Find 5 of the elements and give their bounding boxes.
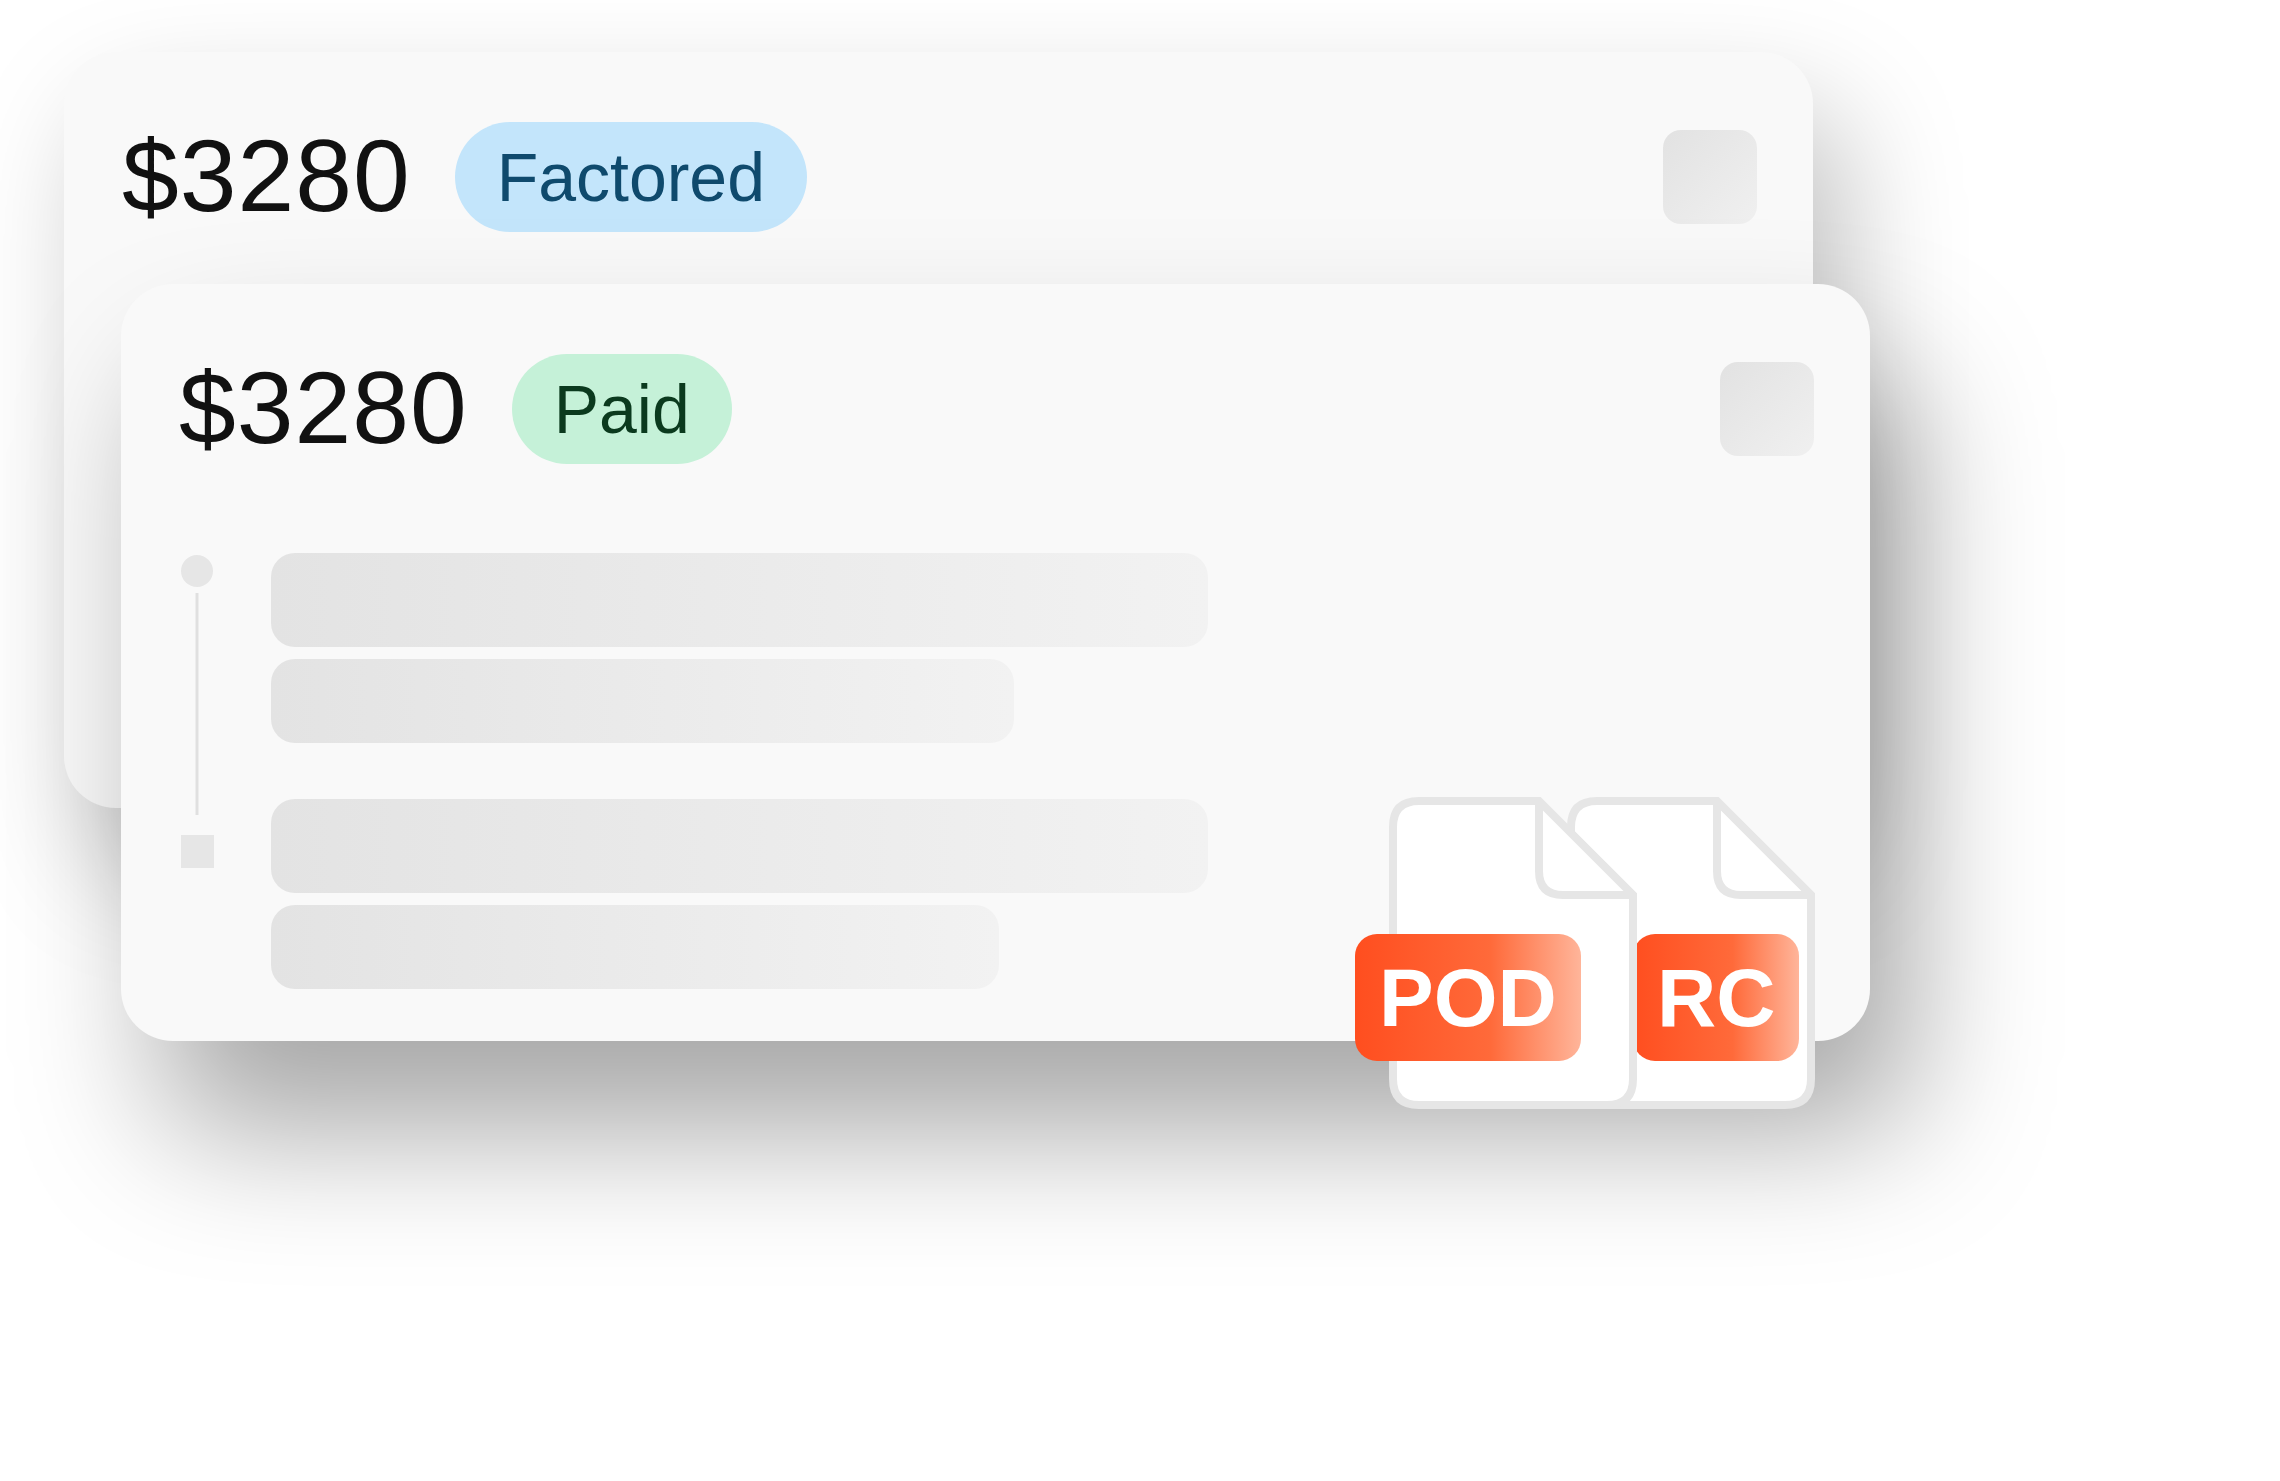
status-badge: Factored (454, 121, 807, 232)
amount: $3280 (179, 350, 468, 467)
status-badge: Paid (511, 353, 732, 464)
amount: $3280 (122, 118, 411, 235)
file-type-badge: POD (1355, 934, 1581, 1061)
